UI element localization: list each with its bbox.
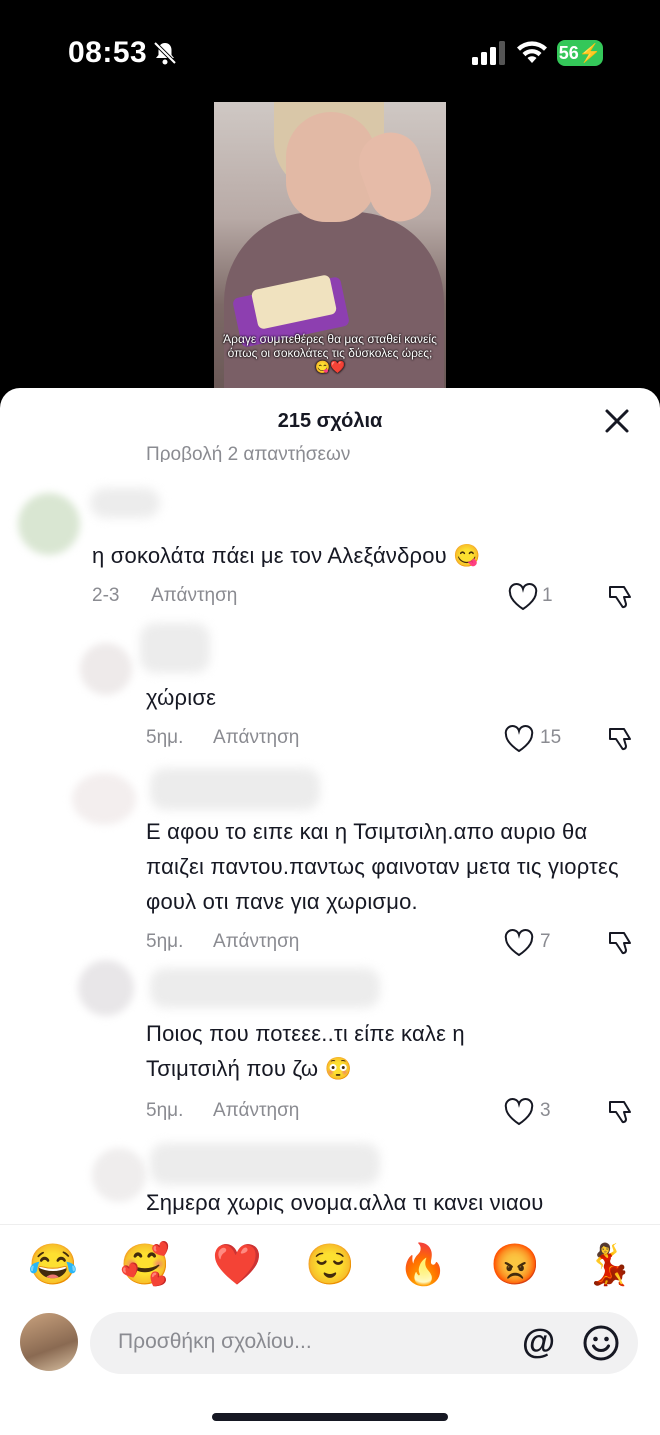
reply-button[interactable]: Απάντηση — [213, 931, 299, 953]
comment-text: χώρισε — [146, 685, 217, 710]
comment-input-placeholder: Προσθήκη σχολίου... — [118, 1330, 312, 1353]
status-bar: 08:53 56⚡ — [0, 0, 660, 105]
cellular-signal-icon — [472, 41, 505, 65]
wifi-icon — [517, 41, 547, 63]
avatar[interactable] — [78, 960, 134, 1016]
like-count: 15 — [540, 727, 562, 748]
silent-bell-icon — [153, 41, 177, 65]
avatar[interactable] — [18, 493, 80, 555]
username-blurred[interactable] — [150, 1143, 380, 1185]
like-count: 7 — [540, 931, 551, 952]
avatar[interactable] — [72, 773, 136, 825]
angry-face-emoji-button[interactable]: 😡 — [490, 1241, 540, 1289]
dislike-icon[interactable] — [606, 724, 636, 754]
red-heart-emoji-button[interactable]: ❤️ — [212, 1241, 262, 1289]
comment-text: η σοκολάτα πάει με τον Αλεξάνδρου 😋 — [92, 543, 481, 568]
avatar[interactable] — [80, 643, 132, 695]
smiling-hearts-emoji-button[interactable]: 🥰 — [120, 1241, 170, 1289]
username-blurred[interactable] — [140, 623, 210, 673]
video-caption: Άραγε συμπεθέρες θα μας σταθεί κανείς όπ… — [223, 332, 437, 374]
comment-date: 5ημ. — [146, 931, 184, 952]
comment-date: 5ημ. — [146, 727, 184, 748]
comments-sheet: 215 σχόλια Προβολή 2 απαντήσεων η σοκολά… — [0, 388, 660, 1435]
tears-of-joy-emoji-button[interactable]: 😂 — [28, 1241, 78, 1289]
video-preview[interactable]: Άραγε συμπεθέρες θα μας σταθεί κανείς όπ… — [214, 102, 446, 392]
heart-icon[interactable] — [504, 1098, 534, 1126]
reply-button[interactable]: Απάντηση — [213, 727, 299, 749]
clock: 08:53 — [68, 36, 148, 69]
username-blurred[interactable] — [90, 488, 160, 518]
my-avatar[interactable] — [20, 1313, 78, 1371]
comment-date: 5ημ. — [146, 1100, 184, 1121]
comment-input[interactable]: Προσθήκη σχολίου... @ — [90, 1312, 638, 1374]
username-blurred[interactable] — [150, 768, 320, 810]
dislike-icon[interactable] — [606, 928, 636, 958]
emoji-quick-bar: 😂 🥰 ❤️ 😌 🔥 😡 💃 — [0, 1224, 660, 1305]
username-blurred[interactable] — [150, 968, 380, 1008]
comments-count-title: 215 σχόλια — [277, 410, 383, 432]
heart-icon[interactable] — [504, 929, 534, 957]
close-icon[interactable] — [600, 404, 634, 438]
heart-icon[interactable] — [504, 725, 534, 753]
relieved-face-emoji-button[interactable]: 😌 — [305, 1241, 355, 1289]
avatar[interactable] — [92, 1148, 146, 1202]
mention-button[interactable]: @ — [522, 1323, 555, 1362]
comment-text: Σημερα χωρις ονομα.αλλα τι κανει νιαου — [146, 1190, 544, 1215]
view-replies-link[interactable]: Προβολή 2 απαντήσεων — [146, 440, 350, 462]
battery-level: 56 — [558, 43, 579, 63]
dislike-icon[interactable] — [606, 582, 636, 612]
dislike-icon[interactable] — [606, 1097, 636, 1127]
emoji-picker-icon[interactable] — [582, 1324, 620, 1362]
reply-button[interactable]: Απάντηση — [151, 585, 237, 607]
like-count: 1 — [542, 585, 553, 606]
fire-emoji-button[interactable]: 🔥 — [398, 1241, 448, 1289]
comment-text: Ποιος που ποτεεε..τι είπε καλε η Τσιμτσι… — [146, 1021, 465, 1081]
like-count: 3 — [540, 1100, 551, 1121]
dancer-emoji-button[interactable]: 💃 — [584, 1241, 634, 1289]
reply-button[interactable]: Απάντηση — [213, 1100, 299, 1122]
heart-icon[interactable] — [508, 583, 538, 611]
battery-indicator: 56⚡ — [557, 40, 603, 66]
comment-text: Ε αφου το ειπε και η Τσιμτσιλη.απο αυριο… — [146, 819, 619, 914]
home-indicator[interactable] — [212, 1413, 448, 1421]
comment-date: 2-3 — [92, 585, 120, 606]
